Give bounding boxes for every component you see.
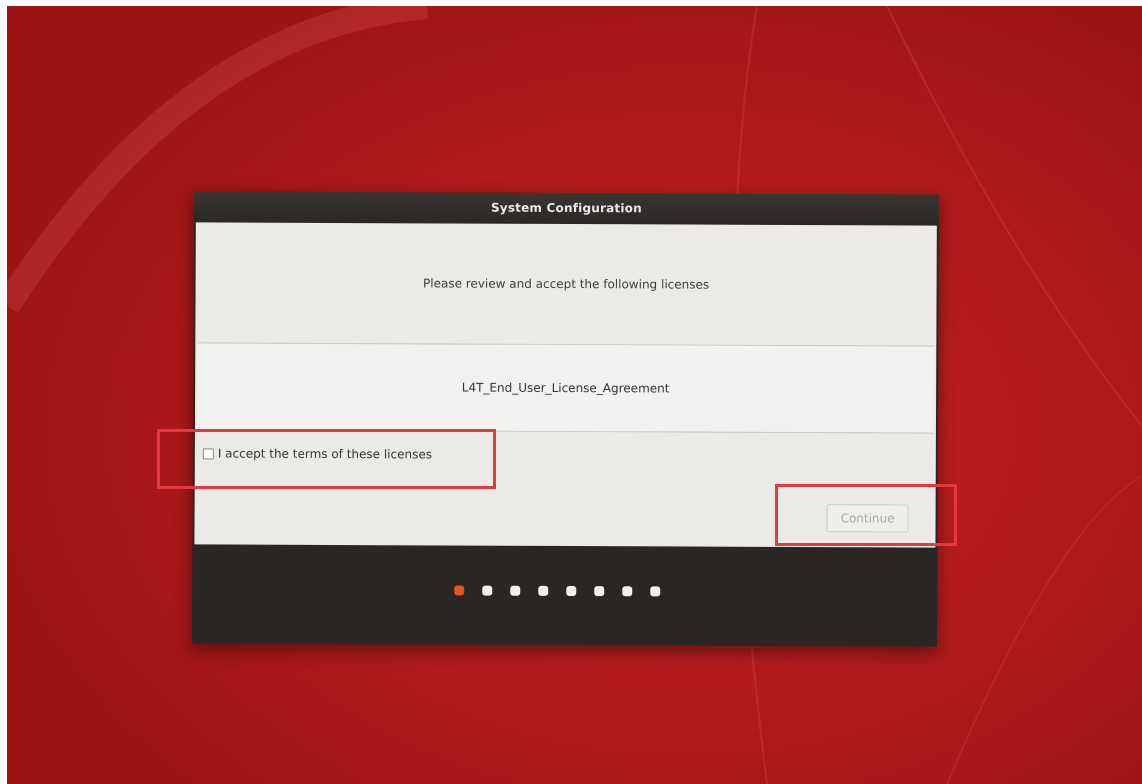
accept-terms-checkbox[interactable] — [202, 447, 214, 459]
step-dot-3 — [510, 585, 521, 596]
accept-terms-label[interactable]: I accept the terms of these licenses — [218, 446, 432, 461]
accept-terms-checkbox-row[interactable]: I accept the terms of these licenses — [202, 443, 432, 464]
window-title: System Configuration — [193, 191, 939, 225]
step-dot-4 — [538, 585, 549, 596]
step-dot-2 — [482, 585, 493, 596]
step-dot-1 — [454, 585, 465, 596]
step-dot-8 — [650, 586, 661, 597]
step-dot-5 — [566, 586, 577, 597]
system-configuration-dialog: System Configuration Please review and a… — [192, 191, 939, 647]
step-indicator — [454, 585, 661, 597]
license-item[interactable]: L4T_End_User_License_Agreement — [197, 343, 934, 432]
license-list: L4T_End_User_License_Agreement — [196, 342, 935, 434]
photo-frame: System Configuration Please review and a… — [0, 0, 1142, 784]
continue-button[interactable]: Continue — [826, 504, 909, 533]
license-intro-text: Please review and accept the following l… — [422, 276, 710, 292]
wizard-footer — [192, 545, 938, 647]
license-panel: Please review and accept the following l… — [194, 222, 937, 548]
step-dot-6 — [594, 586, 605, 597]
step-dot-7 — [622, 586, 633, 597]
